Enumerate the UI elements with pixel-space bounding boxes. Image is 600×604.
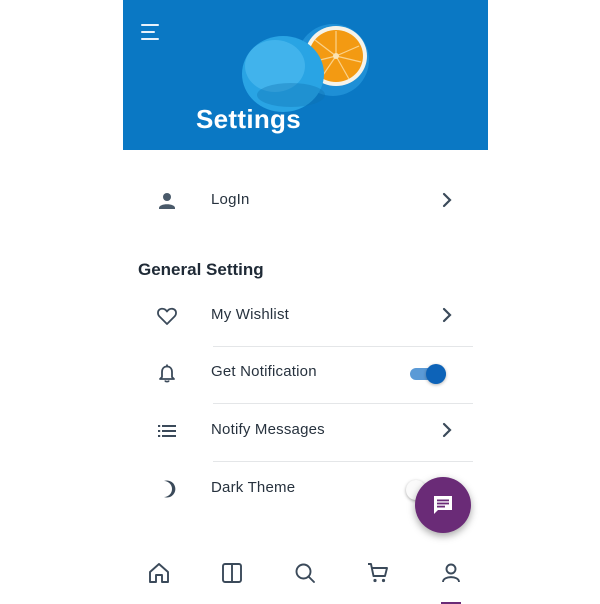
- chevron-right-icon: [442, 192, 452, 208]
- moon-icon: [164, 480, 176, 498]
- login-label: LogIn: [211, 191, 250, 208]
- chat-message-icon: [434, 496, 452, 514]
- dark-theme-label: Dark Theme: [211, 479, 296, 496]
- notification-row: Get Notification: [123, 344, 488, 401]
- menu-icon-bar: [141, 24, 159, 26]
- notify-messages-label: Notify Messages: [211, 421, 325, 438]
- nav-catalog[interactable]: [217, 558, 247, 594]
- toggle-thumb: [426, 364, 446, 384]
- bell-icon: [159, 364, 175, 383]
- bottom-navigation: [123, 548, 488, 604]
- list-icon: [158, 425, 176, 437]
- notification-label: Get Notification: [211, 363, 317, 380]
- wishlist-label: My Wishlist: [211, 306, 290, 323]
- heart-icon: [157, 307, 177, 325]
- menu-icon-bar: [141, 38, 159, 40]
- search-icon: [295, 563, 315, 583]
- settings-screen: Settings LogIn General Setting My Wishli…: [123, 0, 488, 604]
- nav-profile[interactable]: [436, 558, 466, 604]
- login-row[interactable]: LogIn: [123, 172, 488, 229]
- notify-messages-row[interactable]: Notify Messages: [123, 402, 488, 459]
- orange-banner-image: [123, 0, 488, 150]
- chat-fab-button[interactable]: [415, 477, 471, 533]
- person-icon: [159, 193, 175, 209]
- book-icon: [222, 563, 242, 583]
- wishlist-row[interactable]: My Wishlist: [123, 287, 488, 344]
- home-icon: [149, 563, 169, 583]
- cart-icon: [368, 563, 388, 583]
- section-title: General Setting: [138, 260, 264, 279]
- menu-button[interactable]: [141, 22, 163, 42]
- nav-home[interactable]: [144, 558, 174, 594]
- header-banner: Settings: [123, 0, 488, 150]
- page-title: Settings: [196, 104, 301, 134]
- chevron-right-icon: [442, 307, 452, 323]
- menu-icon-bar: [141, 31, 155, 33]
- nav-cart[interactable]: [363, 558, 393, 594]
- chevron-right-icon: [442, 422, 452, 438]
- notification-toggle[interactable]: [410, 363, 448, 384]
- nav-search[interactable]: [290, 558, 320, 594]
- profile-icon: [442, 563, 460, 583]
